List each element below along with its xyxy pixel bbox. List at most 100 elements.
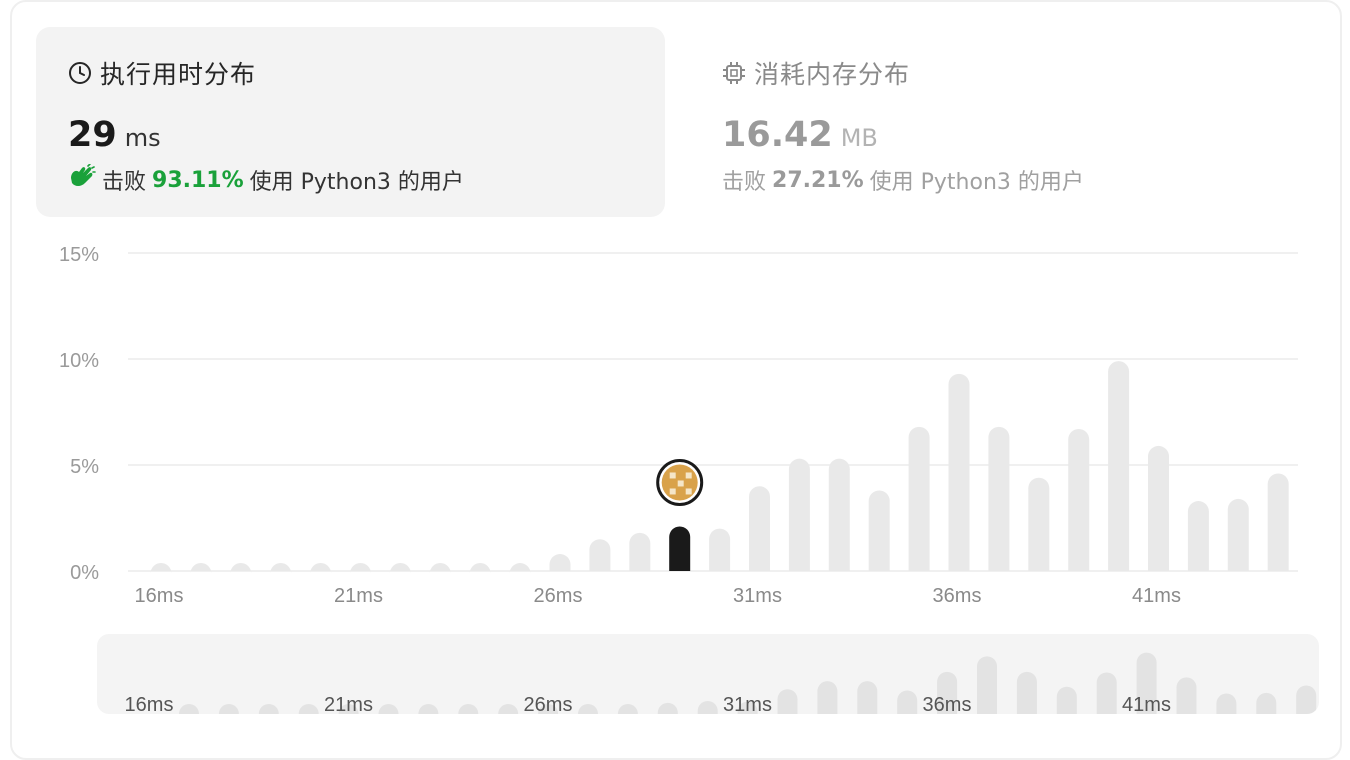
range-bar [857, 681, 878, 714]
bar[interactable] [509, 563, 531, 574]
y-tick-label: 5% [70, 456, 99, 478]
x-tick-label: 31ms [733, 585, 782, 607]
bar[interactable] [549, 554, 571, 571]
bar[interactable] [709, 528, 731, 571]
range-x-tick-label: 21ms [324, 694, 373, 714]
avatar-pixel [677, 480, 684, 487]
range-bar [697, 700, 718, 714]
runtime-unit: ms [124, 124, 161, 152]
x-tick-label: 21ms [334, 585, 383, 607]
x-tick-label: 41ms [1132, 585, 1181, 607]
range-bar [1216, 693, 1237, 714]
bar[interactable] [1227, 498, 1249, 571]
y-tick-label: 0% [70, 562, 99, 584]
range-bar [218, 704, 239, 714]
bar[interactable] [1267, 473, 1289, 571]
bar[interactable] [788, 458, 810, 571]
memory-tab[interactable]: 消耗内存分布 16.42 MB 击败 27.21% 使用 Python3 的用户 [700, 27, 1300, 217]
bar[interactable] [828, 458, 850, 571]
runtime-beats-prefix: 击败 [102, 170, 147, 195]
range-selector-chart: 16ms 21ms 26ms 31ms 36ms 41ms [125, 652, 1317, 714]
clock-icon [68, 61, 92, 85]
range-x-tick-label: 31ms [723, 694, 772, 714]
memory-metric: 16.42 MB [722, 115, 878, 155]
memory-beats-percent: 27.21% [772, 167, 864, 193]
runtime-value: 29 [68, 115, 117, 155]
memory-title-text: 消耗内存分布 [754, 60, 911, 89]
range-x-tick-label: 26ms [524, 694, 573, 714]
range-bar [1096, 672, 1117, 714]
range-bar [1296, 685, 1317, 714]
clap-hands-icon [68, 163, 96, 196]
bar[interactable] [270, 563, 292, 574]
range-bar [258, 704, 279, 714]
range-bar [418, 704, 439, 714]
avatar-pixel [669, 472, 676, 479]
runtime-beats: 击败 93.11% 使用 Python3 的用户 [68, 163, 464, 196]
range-bar [179, 704, 199, 714]
runtime-beats-suffix: 使用 Python3 的用户 [249, 170, 464, 195]
bar[interactable] [629, 532, 651, 571]
runtime-tab[interactable]: 执行用时分布 29 ms 击败 93.11% 使用 Python3 的用户 [36, 27, 665, 217]
bar[interactable] [749, 486, 770, 571]
bar[interactable] [868, 490, 890, 571]
runtime-title: 执行用时分布 [68, 55, 256, 91]
range-bar [498, 704, 519, 714]
bar[interactable] [150, 563, 172, 574]
memory-beats-prefix: 击败 [722, 170, 767, 195]
bar[interactable] [1028, 477, 1050, 571]
range-bar [578, 704, 598, 714]
range-bar [1176, 677, 1197, 714]
bar[interactable] [1068, 428, 1090, 571]
avatar-pixel [685, 488, 692, 495]
cpu-chip-icon [722, 61, 746, 85]
bar[interactable] [1187, 501, 1209, 571]
range-bar [1016, 671, 1037, 714]
bar[interactable] [908, 426, 930, 571]
range-bar [298, 704, 319, 714]
memory-beats: 击败 27.21% 使用 Python3 的用户 [722, 164, 1084, 196]
range-bar [977, 656, 997, 714]
highlighted-bar[interactable] [669, 526, 691, 571]
memory-unit: MB [840, 124, 878, 152]
bar[interactable] [1148, 445, 1169, 571]
avatar-pixel [685, 472, 692, 479]
x-tick-label: 26ms [534, 585, 583, 607]
avatar-pixel [669, 488, 676, 495]
bar[interactable] [230, 563, 252, 574]
x-tick-label: 16ms [135, 585, 184, 607]
memory-title: 消耗内存分布 [722, 55, 910, 91]
bar[interactable] [429, 563, 451, 574]
memory-value: 16.42 [722, 115, 833, 155]
range-x-tick-label: 36ms [923, 694, 972, 714]
bar[interactable] [389, 563, 411, 574]
bar[interactable] [948, 373, 970, 571]
y-tick-label: 15% [59, 244, 99, 266]
range-x-tick-label: 41ms [1122, 694, 1171, 714]
bar[interactable] [310, 563, 332, 574]
range-x-tick-label: 16ms [125, 694, 174, 714]
memory-beats-suffix: 使用 Python3 的用户 [869, 170, 1084, 195]
runtime-title-text: 执行用时分布 [100, 60, 257, 89]
range-bar [378, 704, 399, 714]
range-bar [1256, 692, 1277, 714]
bar[interactable] [988, 426, 1010, 571]
range-bar [458, 704, 479, 714]
range-bar [897, 690, 918, 714]
runtime-beats-percent: 93.11% [152, 167, 244, 193]
x-tick-label: 36ms [933, 585, 982, 607]
y-tick-label: 10% [59, 350, 99, 372]
bar[interactable] [589, 539, 611, 571]
range-bar [1056, 686, 1077, 714]
runtime-metric: 29 ms [68, 115, 161, 155]
range-bar [777, 689, 798, 714]
range-bar [617, 704, 638, 714]
range-bar [817, 681, 838, 714]
bar[interactable] [350, 563, 371, 574]
chart-range-selector[interactable]: 16ms 21ms 26ms 31ms 36ms 41ms [97, 634, 1319, 714]
bar[interactable] [469, 563, 491, 574]
bar[interactable] [1108, 361, 1130, 571]
bar[interactable] [190, 563, 212, 574]
range-bar [657, 702, 678, 714]
runtime-distribution-chart: 0% 5% 10% 15% 16ms 21ms 26ms 31ms 36ms 41ms [59, 244, 1298, 607]
